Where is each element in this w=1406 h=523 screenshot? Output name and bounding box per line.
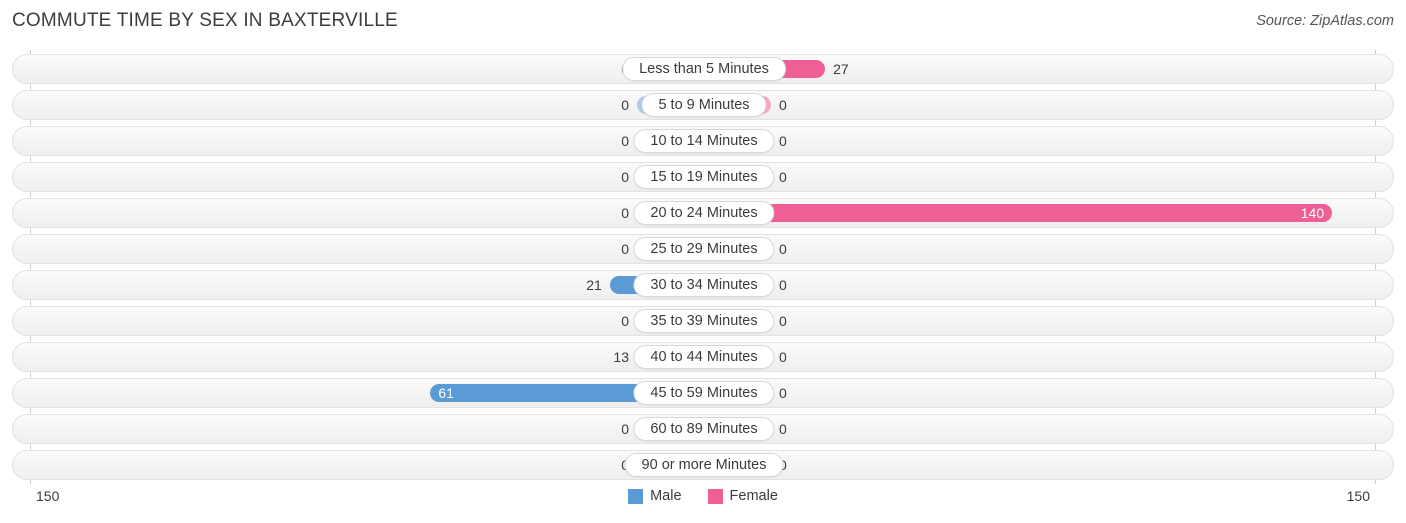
value-label-female: 0 — [779, 97, 787, 113]
category-label: 10 to 14 Minutes — [633, 129, 775, 153]
category-label: 45 to 59 Minutes — [633, 381, 775, 405]
value-label-female: 0 — [779, 421, 787, 437]
chart-page: COMMUTE TIME BY SEX IN BAXTERVILLE Sourc… — [0, 0, 1406, 523]
value-label-male: 0 — [621, 97, 629, 113]
table-row[interactable]: 0 0 25 to 29 Minutes — [12, 234, 1394, 264]
value-label-female: 0 — [779, 133, 787, 149]
category-label: 25 to 29 Minutes — [633, 237, 775, 261]
value-label-female: 140 — [1300, 205, 1325, 221]
category-label: 40 to 44 Minutes — [633, 345, 775, 369]
value-label-female: 0 — [779, 241, 787, 257]
value-label-male: 0 — [621, 205, 629, 221]
row-inner: 61 0 45 to 59 Minutes — [13, 379, 1393, 407]
category-label: 5 to 9 Minutes — [641, 93, 767, 117]
table-row[interactable]: 0 090 or more Minutes — [12, 450, 1394, 480]
legend-item-female[interactable]: Female — [707, 488, 778, 504]
category-label: 20 to 24 Minutes — [633, 201, 775, 225]
page-title: COMMUTE TIME BY SEX IN BAXTERVILLE — [12, 10, 398, 31]
chart-footer: 150 150 Male Female — [0, 484, 1406, 523]
value-label-male: 0 — [621, 241, 629, 257]
row-inner: 0 0 15 to 19 Minutes — [13, 163, 1393, 191]
row-inner: 21 0 30 to 34 Minutes — [13, 271, 1393, 299]
value-label-male: 61 — [438, 385, 454, 401]
row-inner: 0 0 35 to 39 Minutes — [13, 307, 1393, 335]
category-label: 35 to 39 Minutes — [633, 309, 775, 333]
legend-label: Male — [650, 488, 682, 504]
category-label: 30 to 34 Minutes — [633, 273, 775, 297]
row-inner: 0 27 Less than 5 Minutes — [13, 55, 1393, 83]
value-label-female: 27 — [833, 61, 849, 77]
value-label-male: 13 — [613, 349, 629, 365]
legend-swatch-icon — [707, 488, 723, 504]
value-label-female: 0 — [779, 349, 787, 365]
row-inner: 0 140 20 to 24 Minutes — [13, 199, 1393, 227]
chart-plot-area: 027Less than 5 Minutes005 to 9 Minutes00… — [0, 50, 1406, 484]
table-row[interactable]: 0 0 35 to 39 Minutes — [12, 306, 1394, 336]
category-label: Less than 5 Minutes — [622, 57, 786, 81]
row-inner: 13 0 40 to 44 Minutes — [13, 343, 1393, 371]
legend-swatch-icon — [628, 488, 644, 504]
value-label-female: 0 — [779, 456, 837, 474]
value-label-male: 0 — [571, 456, 629, 474]
value-label-male: 0 — [621, 133, 629, 149]
value-label-female: 0 — [779, 385, 787, 401]
value-label-female: 0 — [779, 169, 787, 185]
value-label-male: 21 — [586, 277, 602, 293]
row-inner: 0 0 60 to 89 Minutes — [13, 415, 1393, 443]
legend-item-male[interactable]: Male — [628, 488, 682, 504]
source-attribution: Source: ZipAtlas.com — [1256, 13, 1394, 29]
value-label-male: 0 — [621, 313, 629, 329]
table-row[interactable]: 13 0 40 to 44 Minutes — [12, 342, 1394, 372]
table-row[interactable]: 21 0 30 to 34 Minutes — [12, 270, 1394, 300]
table-row[interactable]: 61 0 45 to 59 Minutes — [12, 378, 1394, 408]
category-label: 90 or more Minutes — [624, 453, 784, 477]
category-label: 15 to 19 Minutes — [633, 165, 775, 189]
row-inner: 0 0 25 to 29 Minutes — [13, 235, 1393, 263]
row-inner: 0 0 5 to 9 Minutes — [13, 91, 1393, 119]
value-label-female: 0 — [779, 277, 787, 293]
value-label-female: 0 — [779, 313, 787, 329]
table-row[interactable]: 0 0 10 to 14 Minutes — [12, 126, 1394, 156]
value-label-male: 0 — [571, 60, 629, 78]
row-inner: 0 0 10 to 14 Minutes — [13, 127, 1393, 155]
table-row[interactable]: 0 0 5 to 9 Minutes — [12, 90, 1394, 120]
table-row[interactable]: 0 27 Less than 5 Minutes — [12, 54, 1394, 84]
category-label: 60 to 89 Minutes — [633, 417, 775, 441]
value-label-male: 0 — [621, 421, 629, 437]
table-row[interactable]: 0 0 15 to 19 Minutes — [12, 162, 1394, 192]
bar-female[interactable] — [704, 204, 1333, 222]
chart-legend: Male Female — [0, 488, 1406, 504]
value-label-male: 0 — [621, 169, 629, 185]
legend-label: Female — [729, 488, 778, 504]
table-row[interactable]: 0 140 20 to 24 Minutes — [12, 198, 1394, 228]
row-inner: 0 090 or more Minutes — [13, 451, 1393, 479]
table-row[interactable]: 0 0 60 to 89 Minutes — [12, 414, 1394, 444]
